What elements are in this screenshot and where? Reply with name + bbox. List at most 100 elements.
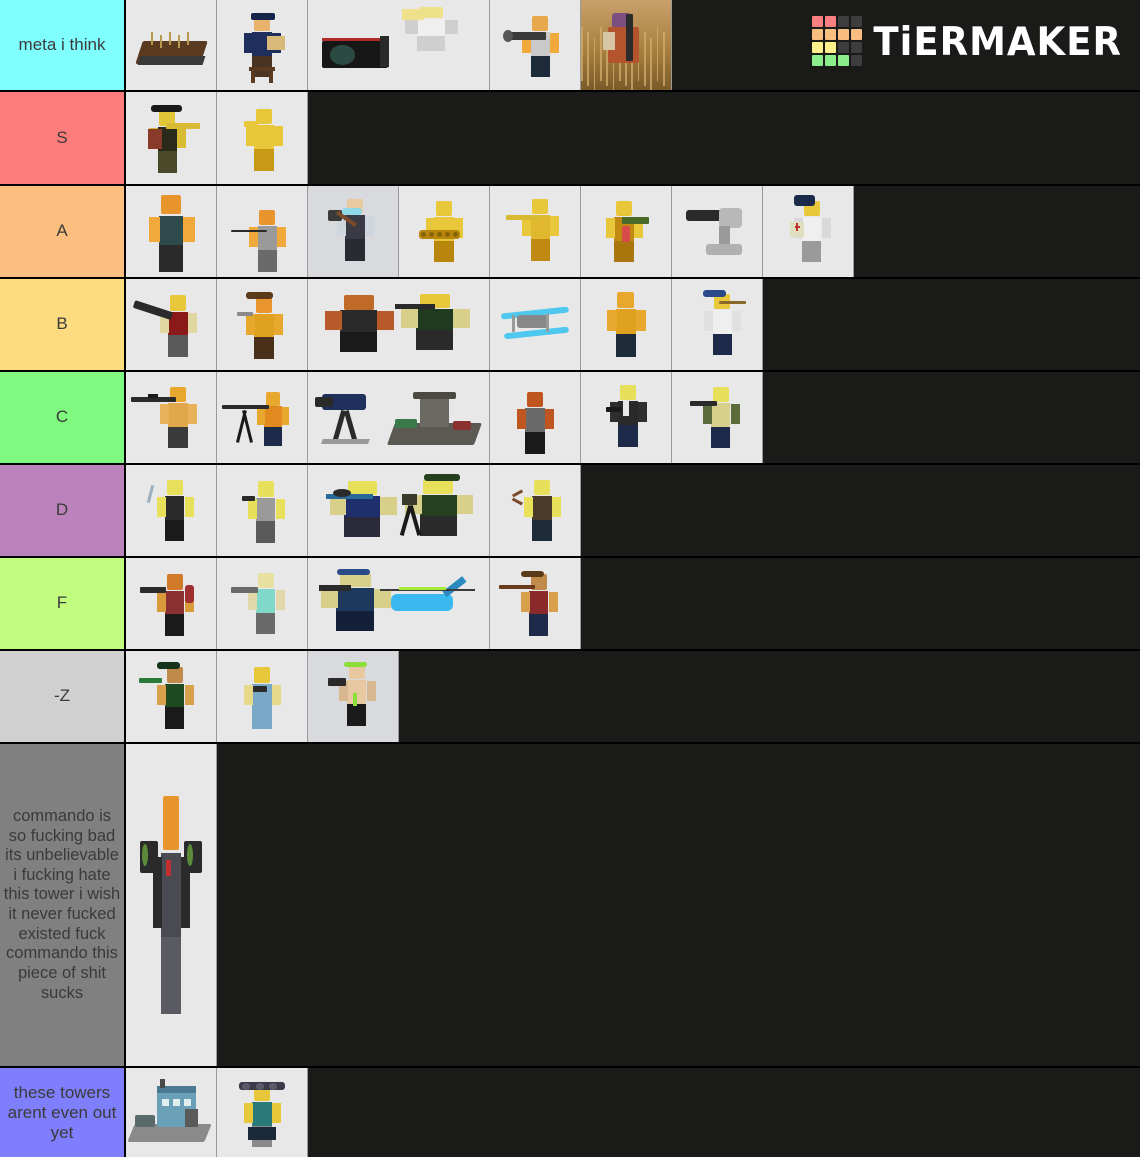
tier-item-farm-plot[interactable]	[126, 0, 217, 90]
tier-item-green-ranger[interactable]	[126, 651, 217, 742]
tier-item-orange-brute[interactable]	[490, 372, 581, 463]
gold-minigunner-thumbnail	[399, 186, 489, 277]
tier-item-gold-brawler[interactable]	[581, 279, 672, 370]
tier-item-neon-operative[interactable]	[308, 651, 399, 742]
tier-item-blue-pistoleer[interactable]	[217, 651, 308, 742]
empty-drop-area[interactable]	[399, 651, 1140, 742]
rocket-launcher-trooper-thumbnail	[490, 0, 580, 90]
tier-drop-zone[interactable]	[126, 651, 1140, 742]
tier-item-gold-minigunner[interactable]	[399, 186, 490, 277]
empty-drop-area[interactable]	[763, 372, 1140, 463]
tier-item-slingshot-unit[interactable]	[490, 465, 581, 556]
tier-item-medic-unit[interactable]	[763, 186, 854, 277]
tier-item-sniper-unit[interactable]	[126, 372, 217, 463]
tier-label[interactable]: commando is so fucking bad its unbelieva…	[0, 744, 126, 1066]
tier-label[interactable]: S	[0, 92, 126, 184]
tier-label[interactable]: D	[0, 465, 126, 556]
tier-item-ranger-cowboy[interactable]	[217, 279, 308, 370]
tier-drop-zone[interactable]	[126, 372, 1140, 463]
tier-drop-zone[interactable]	[126, 1068, 1140, 1157]
tier-item-blue-marksman-and-tripod-gunner[interactable]	[308, 465, 490, 556]
tier-drop-zone[interactable]	[126, 465, 1140, 556]
gold-flamethrower-thumbnail	[581, 186, 671, 277]
tier-item-suited-agent[interactable]	[581, 372, 672, 463]
logo-swatch-2	[838, 16, 850, 27]
tier-item-heavy-commander[interactable]	[126, 186, 217, 277]
tier-drop-zone[interactable]	[126, 92, 1140, 184]
tier-label[interactable]: these towers arent even out yet	[0, 1068, 126, 1157]
tier-item-artwork-rifleman[interactable]	[581, 0, 672, 90]
tier-item-police-gunner-and-helicopter[interactable]	[308, 558, 490, 649]
tier-item-gold-rifleman[interactable]	[490, 186, 581, 277]
knife-fighter-thumbnail	[126, 465, 216, 556]
tier-label[interactable]: F	[0, 558, 126, 649]
commando-tower-thumbnail	[126, 744, 216, 1066]
tier-row: F	[0, 558, 1140, 651]
empty-drop-area[interactable]	[308, 1068, 1140, 1157]
tier-item-gold-pistol-unit[interactable]	[217, 92, 308, 184]
medic-unit-thumbnail	[763, 186, 853, 277]
orange-brute-thumbnail	[490, 372, 580, 463]
tier-label[interactable]: -Z	[0, 651, 126, 742]
tier-item-frost-hammer-unit[interactable]	[308, 186, 399, 277]
tier-item-hunter-rifleman[interactable]	[490, 558, 581, 649]
logo-swatch-0	[812, 16, 824, 27]
tierlist-app: meta i think S A B C D F -Z commando is so fucki…	[0, 0, 1140, 1157]
tier-drop-zone[interactable]	[126, 558, 1140, 649]
tier-item-flamethrower-unit[interactable]	[126, 558, 217, 649]
tier-item-biplane-aircraft[interactable]	[490, 279, 581, 370]
tier-item-minigunner[interactable]	[126, 279, 217, 370]
tier-item-gold-flamethrower[interactable]	[581, 186, 672, 277]
tier-item-dark-soldier-and-sniper[interactable]	[308, 279, 490, 370]
tier-row: -Z	[0, 651, 1140, 744]
empty-drop-area[interactable]	[217, 744, 1140, 1066]
tier-item-mint-gunner[interactable]	[217, 558, 308, 649]
tier-item-cowboy-rifleman[interactable]	[126, 92, 217, 184]
hunter-rifleman-thumbnail	[490, 558, 580, 649]
empty-drop-area[interactable]	[763, 279, 1140, 370]
scout-rifleman-thumbnail	[672, 372, 762, 463]
tiermaker-logo[interactable]: TiERMAKER	[812, 16, 1122, 66]
logo-swatch-6	[838, 29, 850, 40]
tier-item-factory-building[interactable]	[126, 1068, 217, 1157]
tier-item-knife-fighter[interactable]	[126, 465, 217, 556]
tier-label[interactable]: B	[0, 279, 126, 370]
tier-item-rocket-launcher-trooper[interactable]	[490, 0, 581, 90]
tier-label[interactable]: A	[0, 186, 126, 277]
empty-drop-area[interactable]	[854, 186, 1140, 277]
logo-swatch-14	[838, 55, 850, 66]
empty-drop-area[interactable]	[308, 92, 1140, 184]
tier-item-engineer-minigunner[interactable]	[217, 1068, 308, 1157]
tier-drop-zone[interactable]	[126, 186, 1140, 277]
tier-item-mercenary-base-soldier[interactable]	[217, 0, 308, 90]
tier-row: these towers arent even out yet	[0, 1068, 1140, 1157]
logo-swatch-10	[838, 42, 850, 53]
tier-row: A	[0, 186, 1140, 279]
frost-hammer-unit-thumbnail	[308, 186, 398, 277]
tier-drop-zone[interactable]	[126, 744, 1140, 1066]
slingshot-unit-thumbnail	[490, 465, 580, 556]
empty-drop-area[interactable]	[581, 465, 1140, 556]
tier-item-scout-rifleman[interactable]	[672, 372, 763, 463]
tier-row: C	[0, 372, 1140, 465]
farm-plot-thumbnail	[126, 0, 216, 90]
tier-item-naval-officer[interactable]	[672, 279, 763, 370]
tier-item-swordsman[interactable]	[217, 186, 308, 277]
tier-item-mounted-gunner[interactable]	[217, 372, 308, 463]
naval-officer-thumbnail	[672, 279, 762, 370]
tier-label[interactable]: C	[0, 372, 126, 463]
logo-swatch-8	[812, 42, 824, 53]
empty-drop-area[interactable]	[581, 558, 1140, 649]
logo-swatch-1	[825, 16, 837, 27]
logo-swatch-3	[851, 16, 863, 27]
tier-item-pistol-unit[interactable]	[217, 465, 308, 556]
tier-item-camera-and-medic-pair[interactable]	[308, 0, 490, 90]
tier-label[interactable]: meta i think	[0, 0, 126, 90]
tier-item-commando-tower[interactable]	[126, 744, 217, 1066]
logo-swatch-5	[825, 29, 837, 40]
tier-item-turret-emplacement[interactable]	[672, 186, 763, 277]
mercenary-base-soldier-thumbnail	[217, 0, 307, 90]
mounted-gunner-thumbnail	[217, 372, 307, 463]
tier-item-mortar-and-military-base[interactable]	[308, 372, 490, 463]
tier-drop-zone[interactable]	[126, 279, 1140, 370]
